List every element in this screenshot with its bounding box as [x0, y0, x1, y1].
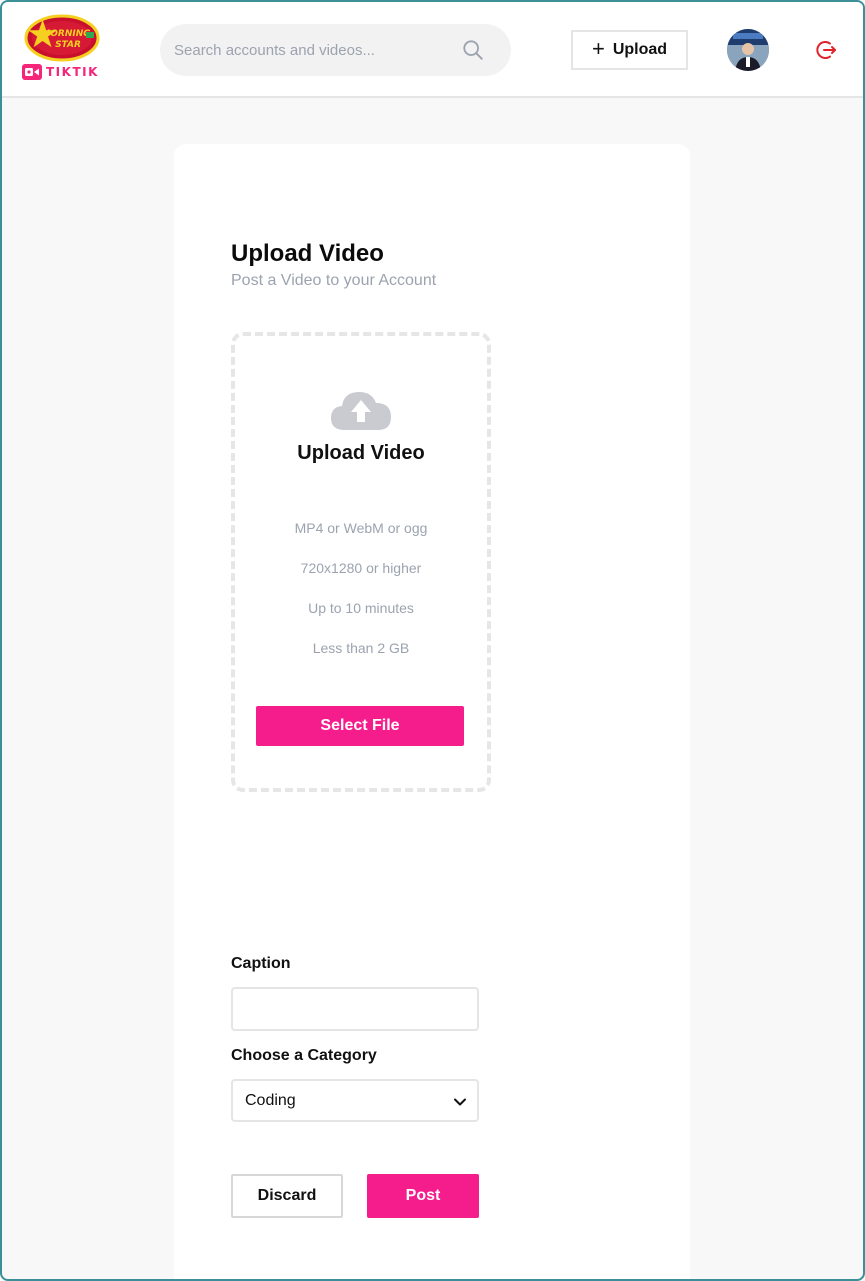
- cloud-upload-icon: [331, 392, 391, 430]
- search-input[interactable]: [174, 24, 454, 76]
- discard-button[interactable]: Discard: [231, 1174, 343, 1218]
- upload-card: Upload Video Post a Video to your Accoun…: [174, 144, 690, 1279]
- brand-logo[interactable]: MORNING STAR TIKTIK: [22, 14, 102, 86]
- app-window: MORNING STAR TIKTIK Search accounts and …: [0, 0, 865, 1281]
- upload-label: Upload: [612, 41, 668, 58]
- plus-icon: +: [591, 36, 605, 61]
- caption-input[interactable]: [231, 987, 479, 1031]
- category-select[interactable]: Coding: [231, 1079, 479, 1122]
- avatar[interactable]: [727, 29, 769, 71]
- caption-label: Caption: [231, 955, 291, 972]
- dropzone-title: Upload Video: [297, 442, 425, 464]
- select-file-button[interactable]: Select File: [256, 706, 464, 746]
- search-icon[interactable]: [462, 39, 484, 61]
- svg-text:STAR: STAR: [55, 40, 81, 50]
- brand-text: TIKTIK: [46, 65, 99, 79]
- page-subtitle: Post a Video to your Account: [231, 272, 437, 289]
- tiktik-wordmark: TIKTIK: [22, 64, 99, 80]
- size-info: Less than 2 GB: [312, 640, 410, 656]
- top-navbar: MORNING STAR TIKTIK Search accounts and …: [2, 2, 863, 98]
- search-bar: [160, 24, 511, 76]
- upload-button[interactable]: + Upload: [571, 30, 688, 70]
- category-label: Choose a Category: [231, 1047, 377, 1064]
- post-button[interactable]: Post: [367, 1174, 479, 1218]
- resolution-info: 720x1280 or higher: [300, 560, 422, 576]
- category-value: Coding: [245, 1091, 296, 1109]
- chevron-down-icon: [454, 1098, 466, 1106]
- camera-icon: [22, 64, 42, 80]
- morning-star-logo-icon: MORNING STAR: [24, 14, 100, 62]
- svg-text:MORNING: MORNING: [41, 29, 90, 39]
- page-title: Upload Video: [231, 240, 384, 267]
- duration-info: Up to 10 minutes: [308, 600, 414, 616]
- format-info: MP4 or WebM or ogg: [294, 520, 428, 536]
- logout-icon[interactable]: [814, 38, 838, 62]
- video-dropzone[interactable]: Upload Video MP4 or WebM or ogg 720x1280…: [231, 332, 491, 792]
